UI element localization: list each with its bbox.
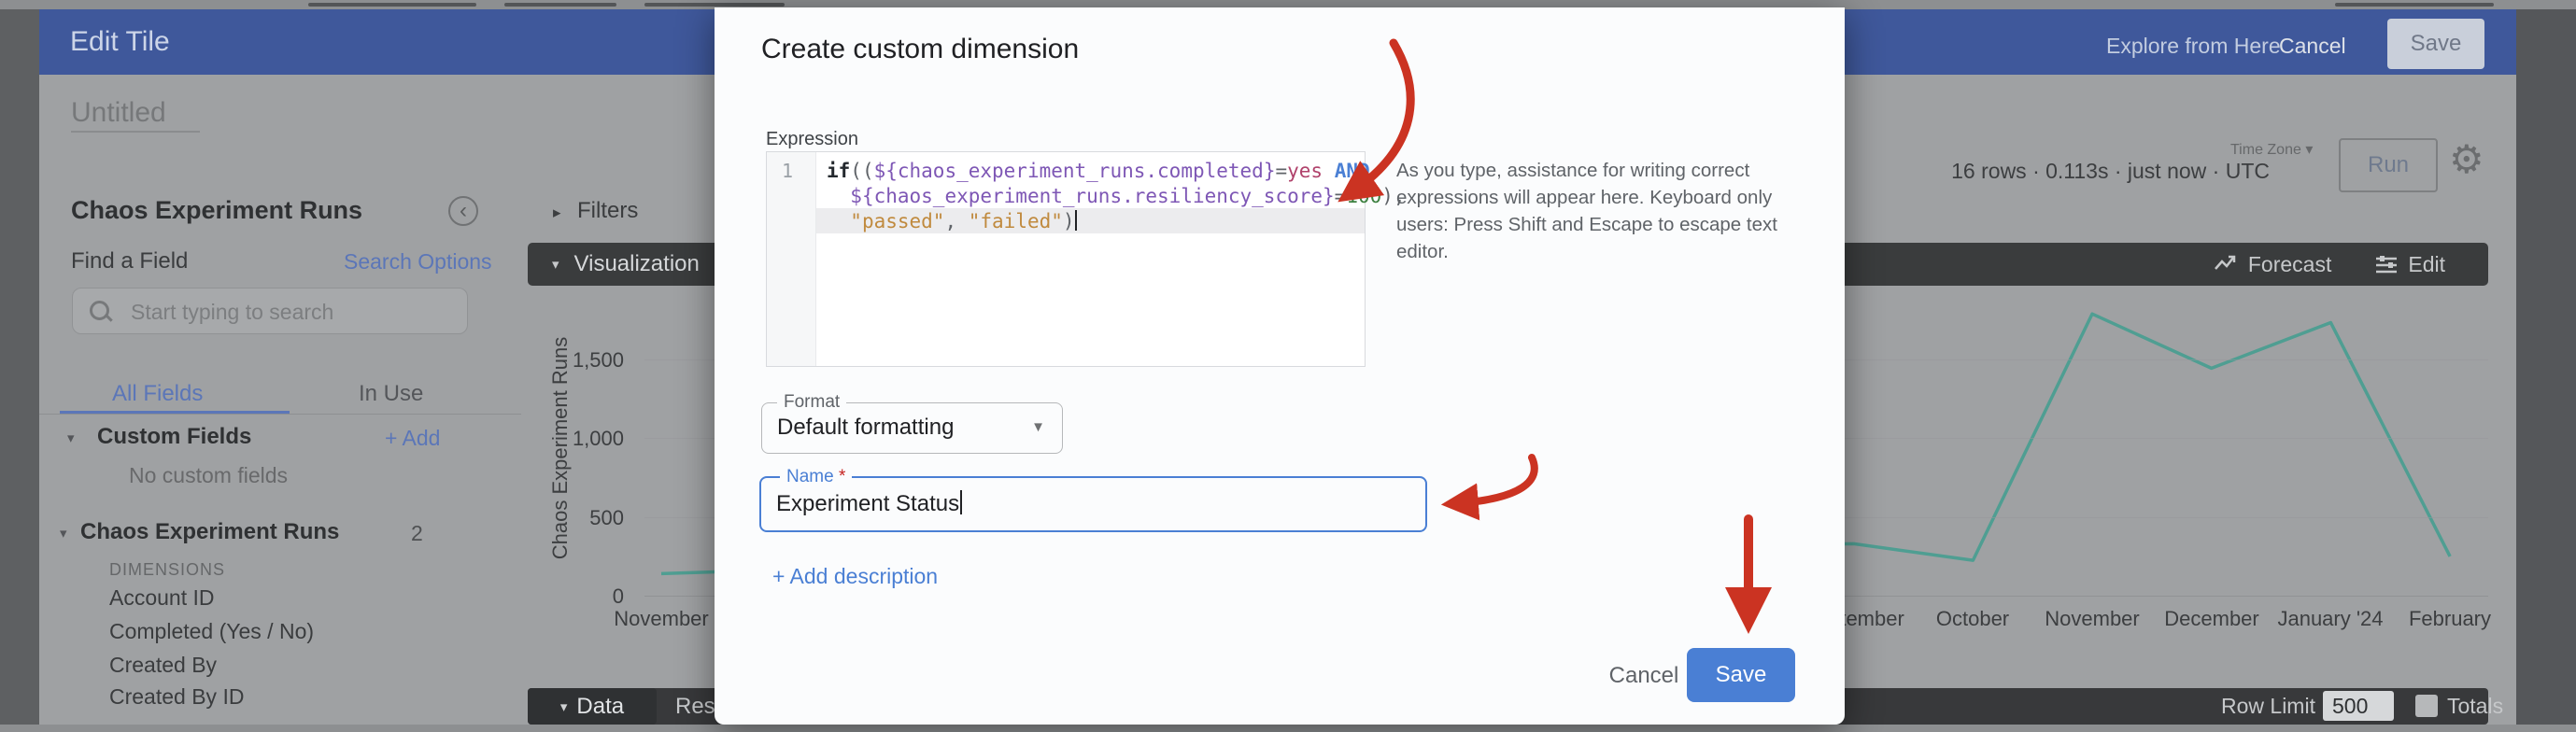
field-item[interactable]: Created By ID — [109, 684, 244, 710]
y-axis-tick: 500 — [523, 506, 624, 530]
name-field[interactable]: Name * Experiment Status — [759, 476, 1427, 532]
forecast-button[interactable]: Forecast — [2215, 252, 2331, 277]
field-item[interactable]: Account ID — [109, 585, 215, 611]
search-icon-handle — [105, 314, 112, 321]
tab-all-fields[interactable]: All Fields — [112, 381, 203, 407]
data-label: Data — [576, 694, 624, 720]
tab-in-use[interactable]: In Use — [359, 381, 423, 407]
sliders-edit-icon — [2374, 254, 2399, 274]
chevron-down-icon: ▼ — [1031, 403, 1045, 455]
field-item[interactable]: Completed (Yes / No) — [109, 619, 314, 644]
chevron-down-icon[interactable]: ▾ — [60, 525, 67, 542]
chevron-down-icon[interactable]: ▾ — [67, 429, 75, 446]
editor-gutter: 1 — [767, 152, 816, 366]
edit-tile-save-button[interactable]: Save — [2387, 19, 2484, 69]
field-search-placeholder: Start typing to search — [131, 289, 333, 335]
chevron-down-icon: ▾ — [552, 256, 559, 273]
find-a-field-label: Find a Field — [71, 248, 188, 274]
browser-tab-smudge — [504, 3, 616, 7]
custom-fields-header[interactable]: Custom Fields — [97, 424, 251, 450]
x-axis-tick: November — [614, 607, 708, 631]
totals-checkbox[interactable] — [2415, 695, 2438, 717]
format-selected-value: Default formatting — [777, 403, 954, 455]
edit-tile-cancel-button[interactable]: Cancel — [2279, 34, 2346, 59]
add-description-link[interactable]: + Add description — [772, 564, 938, 589]
run-button[interactable]: Run — [2339, 138, 2438, 192]
x-axis-tick: December — [2164, 607, 2258, 631]
browser-tab-smudge — [2335, 3, 2494, 7]
x-axis-tick: January '24 — [2277, 607, 2383, 631]
y-axis-tick: 0 — [523, 584, 624, 609]
chevron-down-icon: ▾ — [560, 698, 568, 715]
browser-tab-smudge — [308, 3, 476, 7]
chevron-right-icon[interactable]: ▸ — [553, 204, 561, 222]
x-axis-tick: October — [1936, 607, 2009, 631]
field-search-input[interactable]: Start typing to search — [72, 288, 468, 334]
x-axis-tick: February — [2409, 607, 2491, 631]
sidebar-collapse-icon[interactable]: ‹ — [448, 196, 478, 226]
y-axis-tick: 1,500 — [523, 348, 624, 373]
visualization-label: Visualization — [574, 251, 700, 277]
view-group-header[interactable]: Chaos Experiment Runs — [80, 519, 339, 545]
modal-save-button[interactable]: Save — [1687, 648, 1795, 702]
create-custom-dimension-modal: Create custom dimension Expression 1 if(… — [715, 7, 1845, 725]
dimensions-section-header: DIMENSIONS — [109, 560, 225, 580]
modal-cancel-button[interactable]: Cancel — [1602, 663, 1686, 689]
sidebar-divider — [39, 414, 521, 415]
browser-tab-smudge — [644, 3, 785, 7]
name-field-value: Experiment Status — [776, 478, 962, 534]
no-custom-fields-text: No custom fields — [129, 463, 288, 488]
window-left-edge — [0, 9, 39, 725]
expression-label: Expression — [766, 129, 858, 150]
search-options-link[interactable]: Search Options — [344, 249, 492, 274]
field-item[interactable]: Created By — [109, 653, 217, 678]
y-axis-tick: 1,000 — [523, 427, 624, 451]
gear-icon[interactable]: ⚙ — [2449, 140, 2484, 179]
edit-tile-screen: Edit Tile Explore from Here Cancel Save … — [0, 0, 2576, 732]
data-section-toggle[interactable]: ▾ Data — [528, 688, 657, 725]
explore-from-here-link[interactable]: Explore from Here — [2106, 34, 2281, 59]
format-select[interactable]: Format Default formatting ▼ — [761, 402, 1063, 454]
row-limit-input[interactable]: 500 — [2323, 691, 2394, 721]
view-field-count: 2 — [411, 521, 423, 546]
totals-label: Totals — [2447, 694, 2503, 719]
tile-title-input[interactable]: Untitled — [71, 97, 166, 129]
edit-visualization-button[interactable]: Edit — [2374, 252, 2445, 277]
window-right-edge — [2516, 9, 2576, 725]
x-axis-tick: November — [2045, 607, 2139, 631]
expression-code-editor[interactable]: 1 if((${chaos_experiment_runs.completed}… — [766, 151, 1366, 367]
forecast-icon — [2215, 254, 2239, 274]
line-number: 1 — [767, 160, 808, 182]
expression-code: if((${chaos_experiment_runs.completed}=y… — [827, 159, 1406, 234]
code-cursor — [1075, 210, 1077, 231]
tile-title-underline — [71, 131, 200, 133]
row-limit-label: Row Limit — [2221, 694, 2315, 719]
dialog-title: Edit Tile — [70, 26, 170, 58]
sidebar-explore-title: Chaos Experiment Runs — [71, 196, 362, 225]
add-custom-field-link[interactable]: + Add — [385, 426, 440, 451]
editor-assist-text: As you type, assistance for writing corr… — [1396, 157, 1835, 265]
query-stats: 16 rows · 0.113s · just now · UTC — [1929, 159, 2270, 184]
text-cursor — [960, 490, 962, 514]
filters-section-toggle[interactable]: Filters — [577, 198, 638, 224]
modal-title: Create custom dimension — [761, 34, 1079, 65]
time-zone-dropdown[interactable]: Time Zone ▾ — [2230, 140, 2313, 159]
